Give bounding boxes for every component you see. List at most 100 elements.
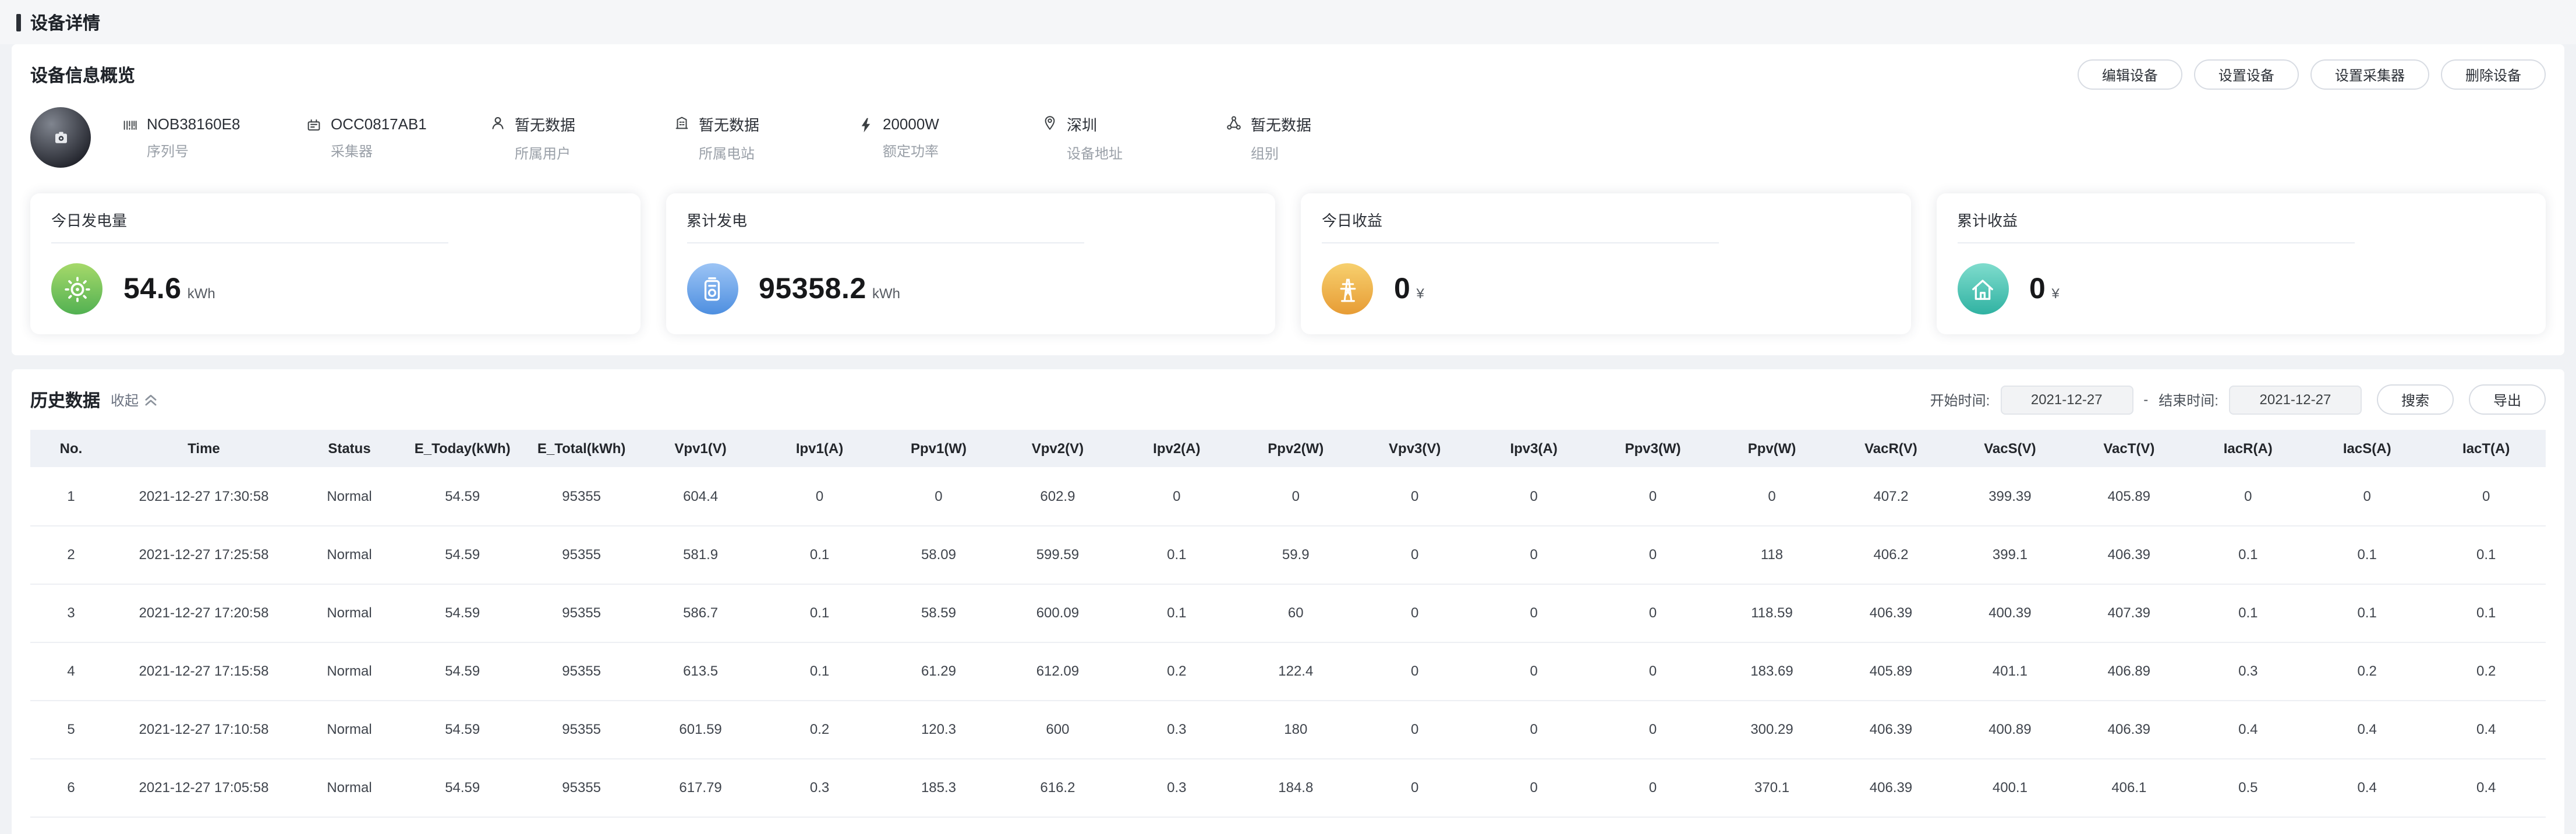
table-cell: 3 bbox=[30, 584, 112, 642]
user-icon bbox=[489, 114, 507, 162]
table-cell: 601.59 bbox=[641, 700, 760, 758]
table-cell: 183.69 bbox=[1712, 642, 1831, 700]
table-cell: 407.2 bbox=[1831, 467, 1950, 525]
stat-value-wrap: 95358.2kWh bbox=[759, 272, 900, 306]
column-header: Ipv2(A) bbox=[1117, 430, 1236, 467]
set-device-button[interactable]: 设置设备 bbox=[2194, 59, 2299, 90]
info-value: 暂无数据 bbox=[515, 112, 575, 135]
table-cell: 60 bbox=[1236, 584, 1355, 642]
table-cell: 0.4 bbox=[2426, 700, 2546, 758]
table-cell: 0 bbox=[1474, 584, 1593, 642]
table-cell: 0 bbox=[1117, 467, 1236, 525]
table-cell: Normal bbox=[296, 525, 403, 584]
stat-value-wrap: 0¥ bbox=[1394, 272, 1424, 306]
end-date-input[interactable]: 2021-12-27 bbox=[2229, 385, 2362, 414]
collapse-label: 收起 bbox=[111, 390, 139, 409]
table-cell: 0 bbox=[1356, 525, 1474, 584]
table-cell: 0 bbox=[2308, 467, 2426, 525]
overview-section-title: 设备信息概览 bbox=[30, 62, 135, 87]
table-cell: 2021-12-27 17:15:58 bbox=[112, 642, 296, 700]
table-cell: 0.4 bbox=[2189, 700, 2308, 758]
info-label: 所属电站 bbox=[699, 143, 759, 162]
table-cell: 616.2 bbox=[998, 758, 1117, 817]
info-value: 深圳 bbox=[1067, 112, 1123, 135]
table-cell: Normal bbox=[296, 584, 403, 642]
table-cell: 61.29 bbox=[879, 642, 998, 700]
table-cell: 0.1 bbox=[760, 525, 879, 584]
info-label: 采集器 bbox=[331, 140, 427, 160]
stat-unit: ¥ bbox=[1416, 285, 1424, 301]
table-cell: 0 bbox=[1712, 467, 1831, 525]
table-cell: 4 bbox=[30, 642, 112, 700]
stat-value-wrap: 54.6 kWh bbox=[123, 272, 215, 306]
table-cell: 95355 bbox=[522, 584, 641, 642]
table-row: 42021-12-27 17:15:58Normal54.5995355613.… bbox=[30, 642, 2546, 700]
table-cell: 0.4 bbox=[2308, 700, 2426, 758]
table-cell: Normal bbox=[296, 758, 403, 817]
info-label: 组别 bbox=[1251, 143, 1311, 162]
table-cell: 0 bbox=[1593, 467, 1712, 525]
column-header: IacR(A) bbox=[2189, 430, 2308, 467]
stat-unit: kWh bbox=[187, 285, 215, 301]
history-table: No.TimeStatusE_Today(kWh)E_Total(kWh)Vpv… bbox=[30, 430, 2546, 817]
column-header: Ppv2(W) bbox=[1236, 430, 1355, 467]
table-cell: 400.89 bbox=[1951, 700, 2069, 758]
info-value: 20000W bbox=[883, 115, 939, 132]
table-cell: 0.2 bbox=[760, 700, 879, 758]
info-text: 深圳设备地址 bbox=[1067, 112, 1123, 162]
table-cell: 0.3 bbox=[1117, 758, 1236, 817]
set-collector-button[interactable]: 设置采集器 bbox=[2310, 59, 2429, 90]
date-range-separator: - bbox=[2143, 391, 2148, 408]
table-cell: 122.4 bbox=[1236, 642, 1355, 700]
column-header: Vpv3(V) bbox=[1356, 430, 1474, 467]
collapse-toggle[interactable]: 收起 bbox=[111, 390, 160, 409]
table-cell: 0.3 bbox=[1117, 700, 1236, 758]
stat-value: 0 bbox=[2029, 272, 2046, 306]
table-cell: 370.1 bbox=[1712, 758, 1831, 817]
start-time-label: 开始时间: bbox=[1930, 390, 1990, 409]
start-date-input[interactable]: 2021-12-27 bbox=[2000, 385, 2133, 414]
chevron-double-up-icon bbox=[142, 391, 160, 408]
column-header: VacS(V) bbox=[1951, 430, 2069, 467]
search-button[interactable]: 搜索 bbox=[2377, 384, 2454, 415]
delete-device-button[interactable]: 删除设备 bbox=[2441, 59, 2546, 90]
table-cell: 600 bbox=[998, 700, 1117, 758]
table-cell: 2021-12-27 17:25:58 bbox=[112, 525, 296, 584]
table-cell: 0.1 bbox=[2308, 525, 2426, 584]
total-energy-card: 累计发电95358.2kWh bbox=[666, 193, 1275, 334]
table-cell: Normal bbox=[296, 467, 403, 525]
info-item-station: 暂无数据所属电站 bbox=[673, 112, 857, 162]
collector-icon bbox=[305, 116, 323, 160]
power-icon bbox=[857, 116, 875, 160]
column-header: Time bbox=[112, 430, 296, 467]
table-cell: 0 bbox=[1356, 642, 1474, 700]
table-cell: 0.3 bbox=[760, 758, 879, 817]
stat-value: 54.6 bbox=[123, 272, 182, 306]
column-header: Ppv(W) bbox=[1712, 430, 1831, 467]
device-info-row: NOB38160E8序列号OCC0817AB1采集器暂无数据所属用户暂无数据所属… bbox=[30, 107, 2546, 168]
table-cell: 0 bbox=[1474, 700, 1593, 758]
column-header: Vpv1(V) bbox=[641, 430, 760, 467]
table-cell: 0 bbox=[1474, 525, 1593, 584]
column-header: E_Today(kWh) bbox=[403, 430, 522, 467]
stat-value-wrap: 0¥ bbox=[2029, 272, 2060, 306]
stat-title: 今日发电量 bbox=[51, 208, 449, 243]
table-cell: 2021-12-27 17:20:58 bbox=[112, 584, 296, 642]
table-cell: 0 bbox=[1474, 642, 1593, 700]
device-overview-card: 设备信息概览 编辑设备设置设备设置采集器删除设备 NOB38160E8序列号OC… bbox=[12, 44, 2564, 355]
table-cell: 0.4 bbox=[2308, 758, 2426, 817]
table-cell: 586.7 bbox=[641, 584, 760, 642]
table-cell: 58.59 bbox=[879, 584, 998, 642]
group-icon bbox=[1225, 114, 1243, 162]
edit-device-button[interactable]: 编辑设备 bbox=[2078, 59, 2182, 90]
title-accent-bar bbox=[16, 14, 21, 31]
table-row: 22021-12-27 17:25:58Normal54.5995355581.… bbox=[30, 525, 2546, 584]
table-cell: 0.1 bbox=[760, 584, 879, 642]
export-button[interactable]: 导出 bbox=[2469, 384, 2546, 415]
table-row: 62021-12-27 17:05:58Normal54.5995355617.… bbox=[30, 758, 2546, 817]
stats-row: 今日发电量54.6kWh累计发电95358.2kWh今日收益0¥累计收益0¥ bbox=[30, 193, 2546, 334]
table-cell: 5 bbox=[30, 700, 112, 758]
table-cell: 185.3 bbox=[879, 758, 998, 817]
table-cell: 0.2 bbox=[2426, 642, 2546, 700]
table-cell: 602.9 bbox=[998, 467, 1117, 525]
